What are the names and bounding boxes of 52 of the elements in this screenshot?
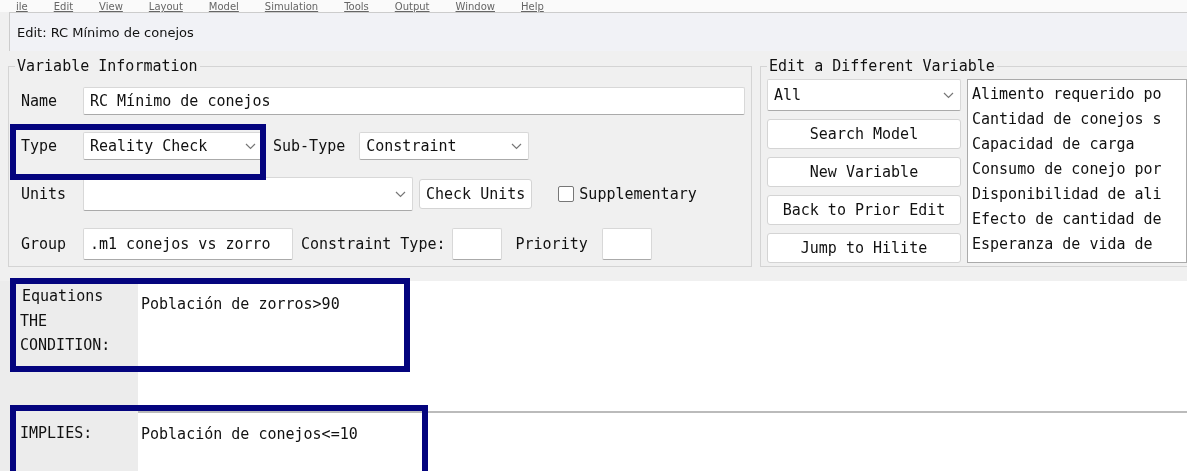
- chevron-down-icon: [511, 142, 523, 150]
- field-label: Sub-Type: [273, 137, 346, 155]
- menu-item[interactable]: ile: [16, 1, 28, 12]
- field-label: Constraint Type:: [301, 235, 446, 253]
- filter-dropdown[interactable]: All: [767, 79, 961, 111]
- variable-list-item[interactable]: Capacidad de carga: [972, 132, 1182, 157]
- group-legend: Edit a Different Variable: [767, 57, 997, 75]
- variable-list-item[interactable]: Alimento requerido po: [972, 82, 1182, 107]
- group-legend: Variable Information: [15, 57, 200, 75]
- variable-list-item[interactable]: Disponibilidad de ali: [972, 182, 1182, 207]
- menu-item[interactable]: Tools: [344, 1, 369, 12]
- chevron-down-icon: [245, 142, 256, 150]
- variable-list-item[interactable]: Esperanza de vida de: [972, 232, 1182, 257]
- field-label: Type: [20, 137, 59, 155]
- action-button[interactable]: New Variable: [767, 157, 961, 187]
- section-label: Equations: [22, 287, 104, 305]
- field-label: Group: [20, 235, 68, 253]
- checkbox-label: Supplementary: [579, 185, 697, 203]
- constraint-type-field[interactable]: [451, 228, 502, 260]
- menu-item[interactable]: Edit: [53, 1, 74, 12]
- action-button[interactable]: Search Model: [767, 119, 961, 149]
- menu-item[interactable]: Window: [455, 1, 495, 12]
- variable-list-item[interactable]: Cantidad de conejos s: [972, 107, 1182, 132]
- menu-item[interactable]: Help: [520, 1, 544, 12]
- implies-field[interactable]: Población de conejos<=10: [138, 413, 1187, 471]
- name-field[interactable]: RC Mínimo de conejos: [83, 87, 745, 115]
- action-button[interactable]: Back to Prior Edit: [767, 195, 961, 225]
- menu-item[interactable]: Simulation: [264, 1, 319, 12]
- variable-list[interactable]: Alimento requerido po Cantidad de conejos s Capacidad de carga Consumo de conejo por Disponibilidad de ali Efecto de cantidad de Esperanza de vida de: [967, 79, 1187, 263]
- condition-label: THE CONDITION:: [20, 311, 111, 356]
- variable-list-item[interactable]: Consumo de conejo por: [972, 157, 1182, 182]
- variable-list-item[interactable]: Efecto de cantidad de: [972, 207, 1182, 232]
- check-units-button[interactable]: Check Units: [419, 179, 533, 209]
- action-button[interactable]: Jump to Hilite: [767, 233, 961, 263]
- supplementary-checkbox[interactable]: [558, 186, 575, 202]
- window-title: Edit: RC Mínimo de conejos: [17, 24, 194, 40]
- menu-item[interactable]: Output: [394, 1, 430, 12]
- chevron-down-icon: [395, 190, 406, 198]
- menu-item[interactable]: View: [99, 1, 123, 12]
- sub-type-dropdown[interactable]: Constraint: [359, 132, 530, 160]
- menu-item[interactable]: Model: [208, 1, 239, 12]
- condition-field[interactable]: Población de zorros>90: [138, 281, 1187, 413]
- type-dropdown[interactable]: Reality Check: [83, 132, 263, 160]
- field-label: Name: [20, 92, 59, 110]
- priority-field[interactable]: [601, 228, 652, 260]
- chevron-down-icon: [943, 91, 954, 99]
- menu-item[interactable]: Layout: [148, 1, 183, 12]
- units-combobox[interactable]: [83, 177, 413, 211]
- implies-label: IMPLIES:: [20, 424, 93, 442]
- field-label: Units: [20, 185, 68, 203]
- field-label: Priority: [515, 235, 588, 253]
- group-field[interactable]: .m1 conejos vs zorro: [83, 228, 293, 260]
